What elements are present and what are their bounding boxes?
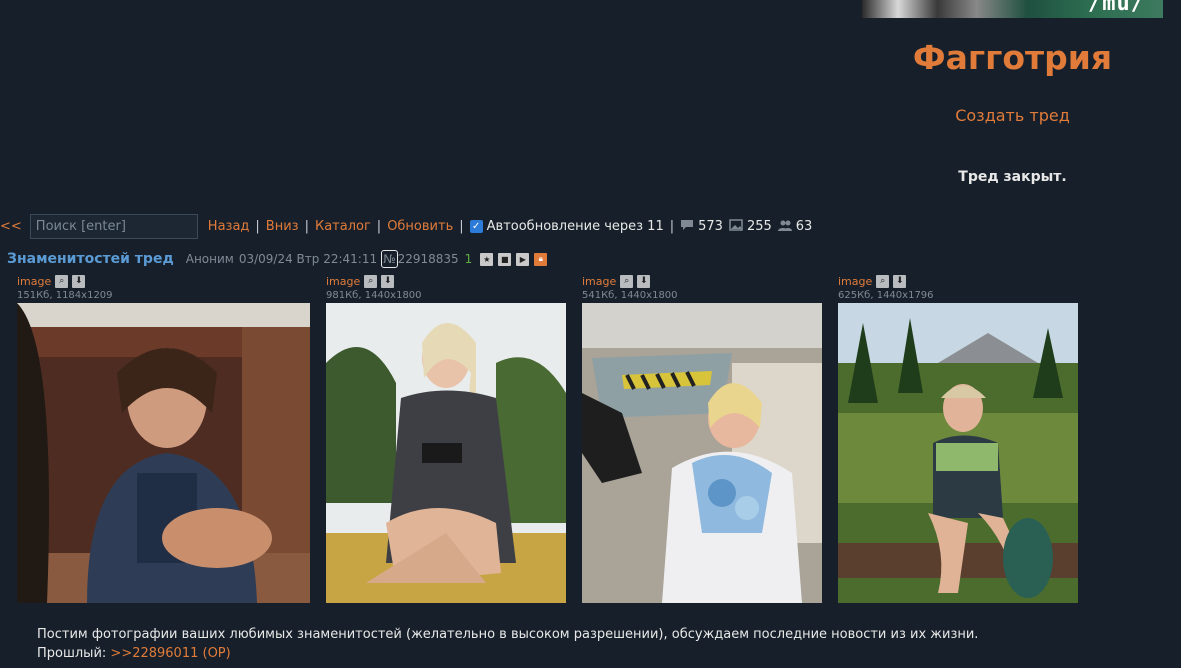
search-icon[interactable]: ⌕ [55,274,69,288]
post-text: Постим фотографии ваших любимых знаменит… [37,627,979,642]
autorefresh-checkbox[interactable]: ✓ [469,219,483,233]
separator: | [304,218,309,234]
hide-icon[interactable]: ■ [498,252,512,266]
board-banner-image[interactable]: /mu/ [862,0,1163,18]
separator: | [376,218,382,234]
image-filename-link[interactable]: image [838,275,872,288]
image-attachment-4: image ⌕ ⬇ 625Кб, 1440x1796 [838,273,1078,603]
separator: | [255,218,260,234]
image-thumbnail-4[interactable] [838,303,1078,603]
play-icon[interactable]: ▶ [516,252,530,266]
image-filename-link[interactable]: image [582,275,616,288]
previous-thread-line: Прошлый: >>22896011 (OP) [37,644,978,663]
reply-number-button[interactable]: № [381,250,398,268]
post-order: 1 [464,252,473,266]
download-icon[interactable]: ⬇ [893,274,907,288]
posters-count: 63 [795,218,813,234]
separator: | [459,218,464,234]
post-date: 03/09/24 Втр 22:41:11 [238,252,378,266]
refresh-link[interactable]: Обновить [387,219,453,234]
speech-bubble-icon [680,219,694,234]
post-number[interactable]: 22918835 [398,252,459,266]
post-author: Аноним [185,252,234,266]
download-icon[interactable]: ⬇ [381,274,395,288]
posts-count: 573 [698,218,723,234]
image-attachment-2: image ⌕ ⬇ 981Кб, 1440x1800 [326,273,566,603]
lock-icon: 🔒︎ [534,252,548,266]
down-link[interactable]: Вниз [266,219,299,234]
banner-text: /mu/ [1088,0,1145,16]
download-icon[interactable]: ⬇ [637,274,651,288]
image-info: 625Кб, 1440x1796 [838,290,934,301]
post-body: Постим фотографии ваших любимых знаменит… [37,625,978,663]
search-icon[interactable]: ⌕ [876,274,890,288]
search-icon[interactable]: ⌕ [620,274,634,288]
image-filename-link[interactable]: image [17,275,51,288]
post-subject: Знаменитостей тред [7,251,174,267]
image-thumbnail-2[interactable] [326,303,566,603]
image-thumbnail-3[interactable] [582,303,822,603]
thread-closed-notice: Тред закрыт. [958,169,1067,185]
posters-icon [777,219,792,234]
image-info: 541Кб, 1440x1800 [582,290,678,301]
create-thread-link[interactable]: Создать тред [862,106,1163,125]
image-thumbnail-1[interactable] [17,303,310,603]
images-count: 255 [746,218,772,234]
previous-thread-link[interactable]: >>22896011 (OP) [110,646,230,661]
previous-thread-label: Прошлый: [37,646,107,661]
search-icon[interactable]: ⌕ [364,274,378,288]
image-attachment-3: image ⌕ ⬇ 541Кб, 1440x1800 [582,273,822,603]
back-arrows-link[interactable]: << [0,219,22,234]
post-header: Знаменитостей тред Аноним 03/09/24 Втр 2… [7,248,552,270]
thread-toolbar: << Назад | Вниз | Каталог | Обновить | ✓… [0,213,818,239]
autorefresh-label: Автообновление через 11 [486,218,664,234]
image-icon [729,218,743,234]
download-icon[interactable]: ⬇ [72,274,86,288]
star-icon[interactable]: ★ [480,252,494,266]
search-input[interactable] [29,213,198,239]
image-filename-link[interactable]: image [326,275,360,288]
separator: | [669,218,675,234]
board-title: Фагготрия [912,38,1113,77]
image-attachment-1: image ⌕ ⬇ 151Кб, 1184x1209 [17,273,310,603]
page: /mu/ Фагготрия Создать тред Тред закрыт.… [0,0,1181,668]
catalog-link[interactable]: Каталог [315,219,371,234]
back-link[interactable]: Назад [208,219,250,234]
image-info: 151Кб, 1184x1209 [17,290,113,301]
image-info: 981Кб, 1440x1800 [326,290,422,301]
